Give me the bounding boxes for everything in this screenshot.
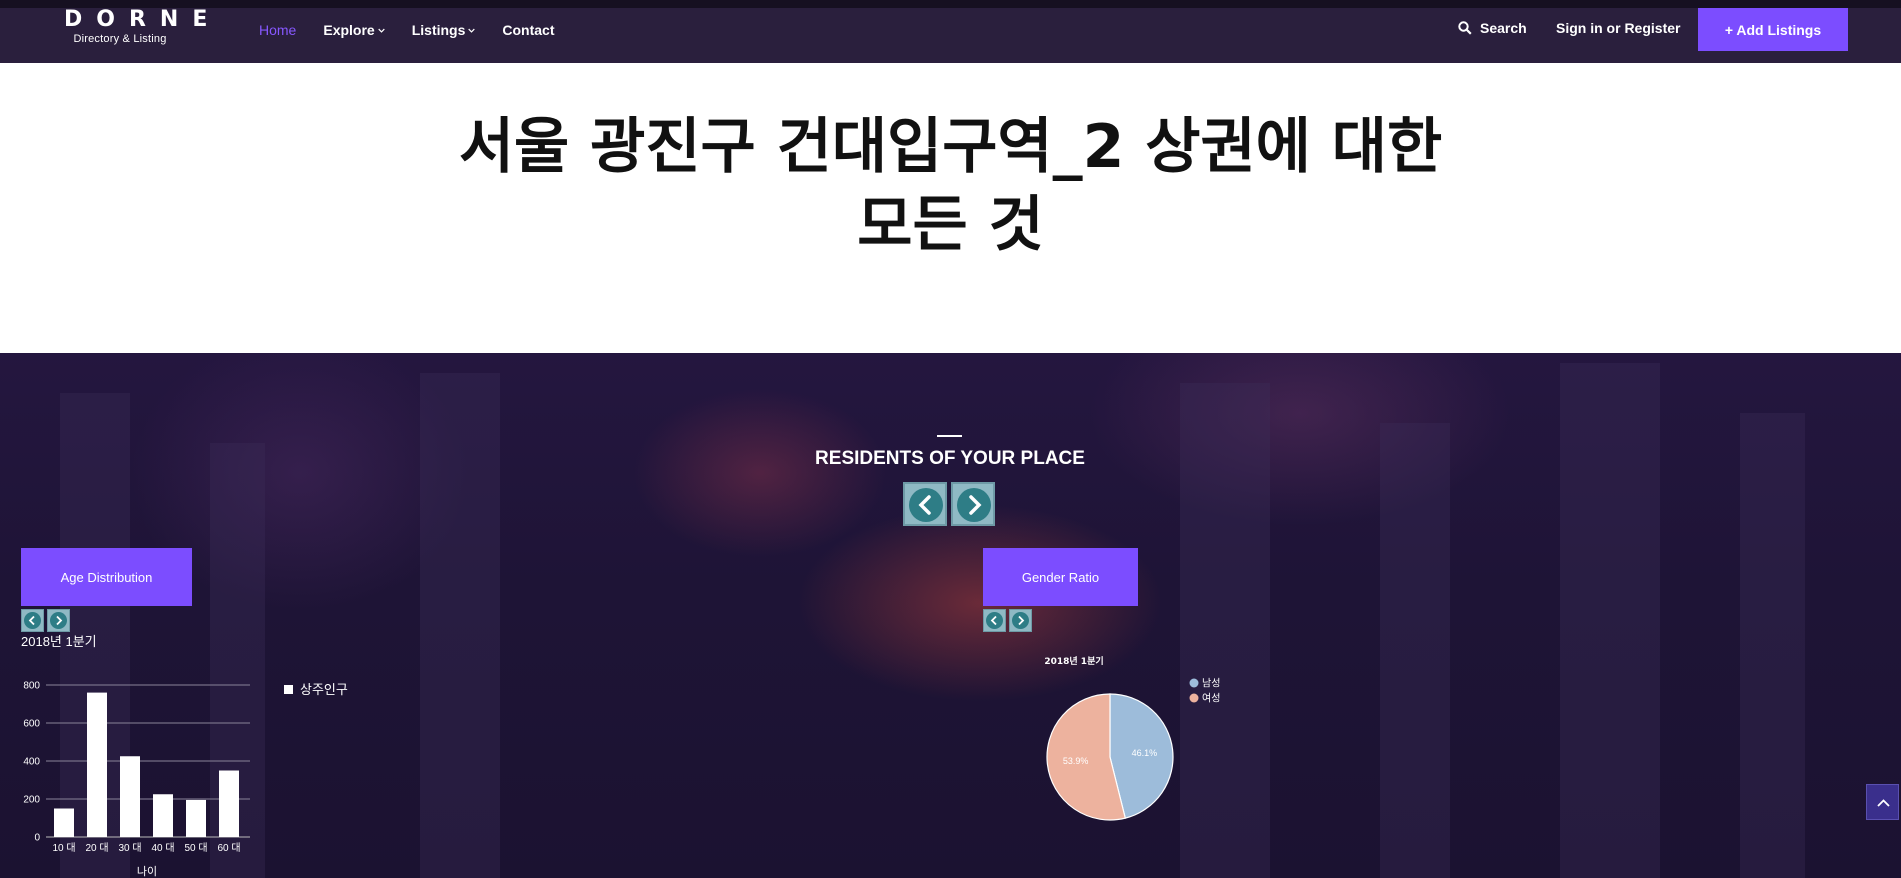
pie-title: 2018년 1분기 <box>1044 655 1103 667</box>
search-button[interactable]: Search <box>1458 20 1527 36</box>
logo-subtitle: Directory & Listing <box>73 33 167 45</box>
chevron-right-icon <box>1012 612 1029 629</box>
y-tick-label: 800 <box>23 681 40 692</box>
legend-label: 상주인구 <box>300 683 348 698</box>
x-tick-label: 60 대 <box>217 842 240 854</box>
search-icon <box>1458 21 1472 35</box>
background-building <box>420 373 500 878</box>
scroll-to-top-button[interactable] <box>1866 784 1899 820</box>
add-listing-button[interactable]: + Add Listings <box>1698 8 1848 51</box>
legend-swatch <box>1189 693 1199 703</box>
nav-contact-label: Contact <box>502 22 555 38</box>
logo-title: DORNE <box>64 7 222 32</box>
x-tick-label: 30 대 <box>118 842 141 854</box>
y-tick-label: 400 <box>23 757 40 768</box>
bar <box>219 770 239 837</box>
bar <box>153 794 173 837</box>
gender-prev-button[interactable] <box>983 609 1006 632</box>
hero-section: 서울 광진구 건대입구역_2 상권에 대한 모든 것 <box>0 63 1901 353</box>
signin-link[interactable]: Sign in or Register <box>1556 20 1680 36</box>
chevron-left-icon <box>24 612 41 629</box>
x-axis-label: 나이 <box>137 865 157 878</box>
y-tick-label: 600 <box>23 719 40 730</box>
section-divider <box>937 435 962 437</box>
y-tick-label: 0 <box>34 833 40 844</box>
age-next-button[interactable] <box>47 609 70 632</box>
bar <box>87 692 107 837</box>
legend-swatch <box>284 685 293 694</box>
pie-value-label: 46.1% <box>1132 748 1158 758</box>
chevron-right-icon <box>50 612 67 629</box>
residents-section: RESIDENTS OF YOUR PLACE Age Distribution… <box>0 353 1901 878</box>
tab-age-distribution[interactable]: Age Distribution <box>21 548 192 606</box>
chevron-down-icon <box>468 28 476 33</box>
gender-pie-chart: 2018년 1분기 46.1% 53.9% 남성여성 <box>1044 655 1220 821</box>
nav-listings[interactable]: Listings <box>412 20 476 40</box>
pie-value-label: 53.9% <box>1063 756 1089 766</box>
prev-button[interactable] <box>903 482 947 526</box>
x-tick-label: 20 대 <box>85 842 108 854</box>
background-building <box>1560 363 1660 878</box>
background-building <box>1740 413 1805 878</box>
chevron-down-icon <box>377 28 385 33</box>
nav-contact[interactable]: Contact <box>502 20 554 40</box>
bar <box>186 799 206 837</box>
bar <box>54 808 74 837</box>
nav-home-label: Home <box>259 22 297 38</box>
age-prev-button[interactable] <box>21 609 44 632</box>
chevron-right-icon <box>957 488 991 522</box>
page-title: 서울 광진구 건대입구역_2 상권에 대한 모든 것 <box>458 112 1443 260</box>
next-button[interactable] <box>951 482 995 526</box>
nav-explore[interactable]: Explore <box>323 20 385 40</box>
nav-home[interactable]: Home <box>259 20 296 40</box>
nav-explore-label: Explore <box>323 22 375 38</box>
legend-label: 남성 <box>1202 678 1220 690</box>
legend-label: 여성 <box>1202 693 1220 705</box>
site-header: DORNE Directory & Listing Home Explore L… <box>0 7 1901 63</box>
logo[interactable]: DORNE Directory & Listing <box>50 7 222 45</box>
bar <box>120 756 140 837</box>
age-quarter-label: 2018년 1분기 <box>21 634 97 649</box>
tab-gender-ratio[interactable]: Gender Ratio <box>983 548 1138 606</box>
main-nav: Home Explore Listings Contact <box>259 20 582 40</box>
nav-listings-label: Listings <box>411 22 466 38</box>
chevron-left-icon <box>909 488 943 522</box>
top-strip <box>0 0 1901 8</box>
search-label: Search <box>1480 20 1527 36</box>
x-tick-label: 50 대 <box>184 842 207 854</box>
x-tick-label: 40 대 <box>151 842 174 854</box>
chevron-up-icon <box>1877 799 1890 807</box>
gender-next-button[interactable] <box>1009 609 1032 632</box>
background-building <box>1380 423 1450 878</box>
y-tick-label: 200 <box>23 795 40 806</box>
chevron-left-icon <box>986 612 1003 629</box>
x-tick-label: 10 대 <box>52 842 75 854</box>
section-title: RESIDENTS OF YOUR PLACE <box>815 448 1085 469</box>
legend-swatch <box>1189 678 1199 688</box>
age-bar-chart: 0 200 400 600 800 10 대 20 대 30 대 40 대 50 대 60 대나이 상… <box>23 681 348 878</box>
